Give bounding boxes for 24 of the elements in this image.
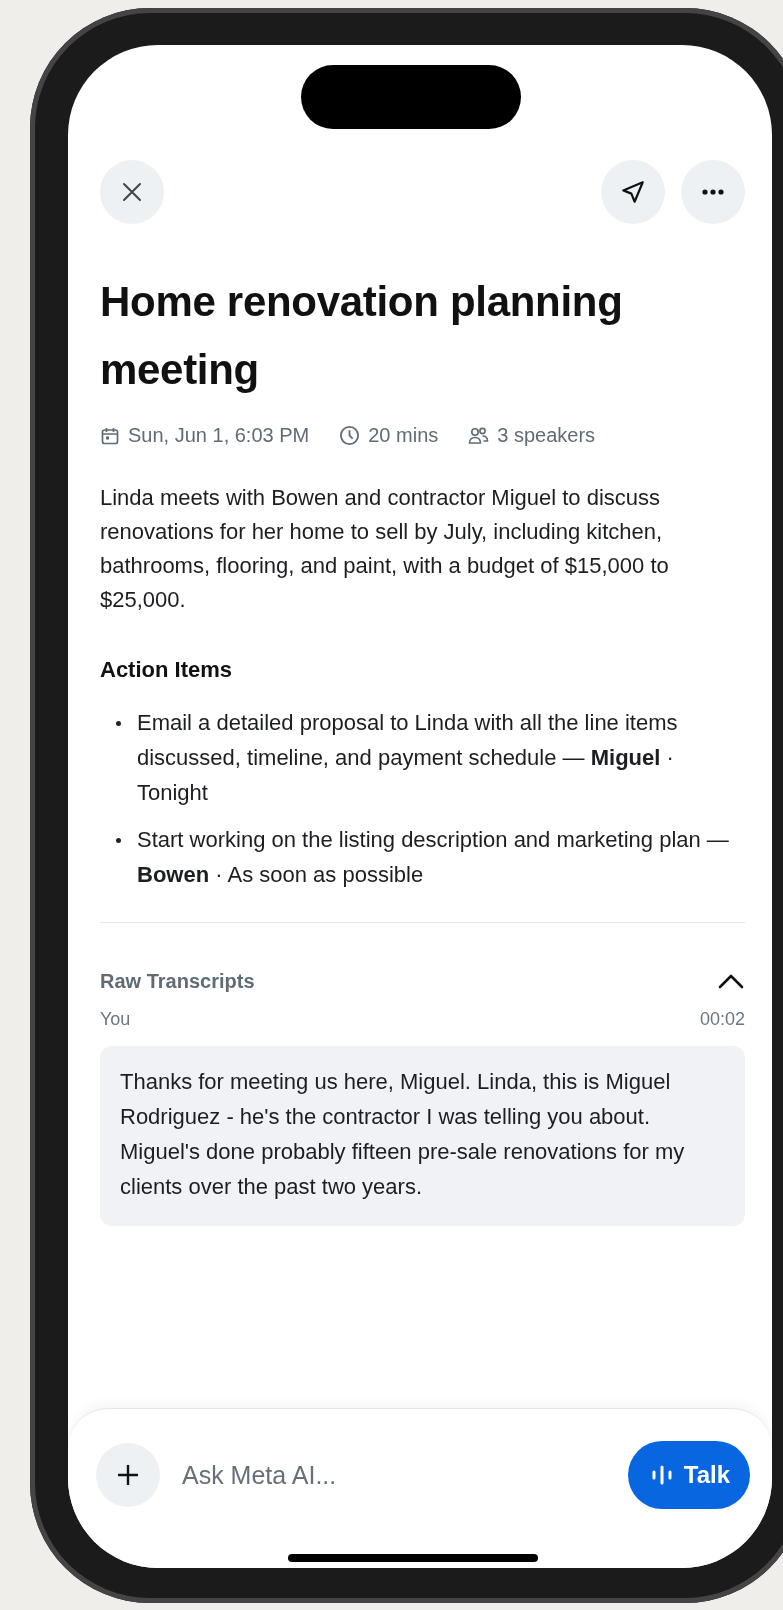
bullet-icon <box>116 721 121 726</box>
section-heading: Action Items <box>100 656 234 684</box>
timestamp: 00:02 <box>699 1009 745 1030</box>
meeting-duration: 20 mins <box>368 424 439 447</box>
meeting-summary: Linda meets with Bowen and contractor Miguel to discuss renovations for her home to sell by July, including kitchen, bathrooms, flooring, and paint, with a budget of $15,000 to $25,000. <box>100 484 670 614</box>
talk-button[interactable]: Talk <box>627 1441 750 1509</box>
section-heading: Raw Transcripts <box>100 969 255 993</box>
people-icon <box>468 425 490 446</box>
meeting-title: Home renovation planning meeting <box>100 277 624 395</box>
more-icon <box>702 189 724 195</box>
close-icon <box>120 180 144 204</box>
send-icon <box>620 179 646 205</box>
chevron-up-icon <box>717 973 745 989</box>
clock-icon <box>339 425 361 446</box>
ask-input[interactable]: Ask Meta AI... <box>182 1443 606 1507</box>
speaker-count: 3 speakers <box>497 424 596 447</box>
action-item: Email a detailed proposal to Linda with all the line items discussed, timeline, and payment schedule — Miguel · Tonight <box>137 709 679 807</box>
transcript-bubble: Thanks for meeting us here, Miguel. Linda, this is Miguel Rodriguez - he's the contractor I was telling you about. Miguel's done probably fifteen pre-sale renovations for my clients over the past two years. <box>100 1046 745 1226</box>
speaker-name: You <box>100 1009 131 1030</box>
meeting-date: Sun, Jun 1, 6:03 PM <box>128 424 310 447</box>
calendar-icon <box>100 425 120 446</box>
plus-icon <box>116 1463 140 1487</box>
action-item: Start working on the listing description and marketing plan — Bowen · As soon as possible <box>137 826 730 889</box>
bullet-icon <box>116 838 121 843</box>
